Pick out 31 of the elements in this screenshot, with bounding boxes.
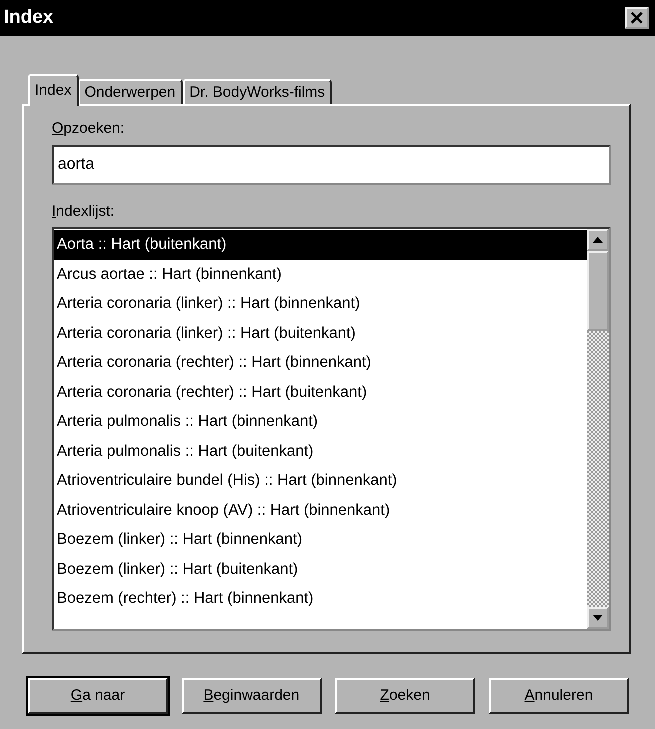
list-item[interactable]: Arteria coronaria (rechter) :: Hart (buitenkant) [54,378,587,407]
tab[interactable]: Index [28,74,79,106]
down-arrow-icon [593,615,603,621]
list-item[interactable]: Arcus aortae :: Hart (binnenkant) [54,260,587,289]
dialog-button[interactable]: Ga naar [28,678,168,714]
dialog-button[interactable]: Beginwaarden [182,678,322,714]
search-label: Opzoeken: [52,119,126,139]
list-item[interactable]: Boezem (linker) :: Hart (buitenkant) [54,554,587,584]
up-arrow-icon [593,237,603,243]
close-icon [630,12,644,24]
list-label: Indexlijst: [52,202,116,222]
dialog-button[interactable]: Zoeken [335,678,476,714]
tab[interactable]: Onderwerpen [78,79,183,106]
search-field[interactable]: aorta [52,144,611,184]
list-item[interactable]: Atrioventriculaire knoop (AV) :: Hart (binnenkant) [54,496,587,525]
list-item[interactable]: Arteria coronaria (rechter) :: Hart (binnenkant) [54,348,587,378]
dialog-button[interactable]: Annuleren [488,678,629,714]
list-item[interactable]: Boezem (rechter) :: Hart (binnenkant) [54,584,587,614]
list-item[interactable]: Arteria pulmonalis :: Hart (buitenkant) [54,436,587,466]
list-item[interactable]: Atrioventriculaire bundel (His) :: Hart (binnenkant) [54,466,587,496]
scroll-down-button[interactable] [587,607,609,629]
list-item[interactable]: Arteria coronaria (linker) :: Hart (buitenkant) [54,318,587,348]
list-item[interactable]: Aorta :: Hart (buitenkant) [54,230,587,260]
list-item[interactable]: Arteria pulmonalis :: Hart (binnenkant) [54,407,587,436]
list-item[interactable]: Arteria coronaria (linker) :: Hart (binnenkant) [54,289,587,318]
close-button[interactable] [625,7,649,29]
tab[interactable]: Dr. BodyWorks-films [182,79,332,106]
scrollbar-thumb[interactable] [587,251,609,331]
list-item[interactable]: Boezem (linker) :: Hart (binnenkant) [54,525,587,554]
window-title: Index [4,6,54,30]
scroll-up-button[interactable] [587,229,609,251]
